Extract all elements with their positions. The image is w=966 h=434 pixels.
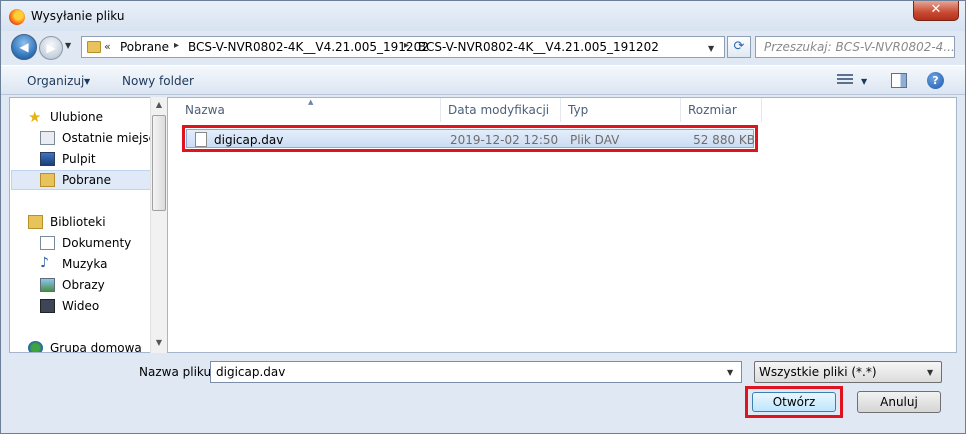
navigation-pane: ★ Ulubione Ostatnie miejsca Pulpit Pobra… — [9, 97, 166, 353]
file-date-modified: 2019-12-02 12:50 — [450, 133, 559, 147]
column-header-type[interactable]: Typ — [561, 98, 681, 122]
view-options-dropdown[interactable]: ▼ — [861, 77, 867, 86]
table-row[interactable]: digicap.dav 2019-12-02 12:50 Plik DAV 52… — [186, 129, 755, 148]
filename-label: Nazwa pliku: — [139, 365, 216, 379]
close-button[interactable]: ✕ — [913, 1, 959, 21]
recent-places-icon — [40, 131, 55, 145]
title-bar: Wysyłanie pliku ✕ — [1, 1, 965, 31]
column-header-date-modified[interactable]: Data modyfikacji — [441, 98, 561, 122]
breadcrumb-overflow[interactable]: « — [104, 40, 111, 53]
navigation-bar: ◀ ▶ ▼ « Pobrane ▸ BCS-V-NVR0802-4K__V4.2… — [1, 31, 965, 63]
breadcrumb-item[interactable]: BCS-V-NVR0802-4K__V4.21.005_191202 — [188, 40, 429, 54]
file-list: Nazwa ▲ Data modyfikacji Typ Rozmiar dig… — [167, 97, 957, 353]
folder-icon — [87, 41, 101, 53]
downloads-icon — [40, 173, 55, 187]
cancel-button[interactable]: Anuluj — [857, 391, 941, 413]
chevron-down-icon: ▼ — [927, 368, 934, 377]
file-type: Plik DAV — [570, 133, 620, 147]
file-name: digicap.dav — [214, 133, 284, 147]
file-icon — [195, 132, 207, 147]
breadcrumb-separator[interactable]: ▸ — [404, 40, 409, 51]
view-icon[interactable] — [837, 74, 853, 88]
file-row-highlight-box: digicap.dav 2019-12-02 12:50 Plik DAV 52… — [182, 125, 758, 152]
homegroup-icon — [28, 341, 43, 352]
scroll-thumb[interactable] — [152, 115, 166, 211]
scroll-down-arrow[interactable]: ▼ — [151, 335, 167, 351]
sort-ascending-icon: ▲ — [308, 98, 314, 106]
preview-pane-icon[interactable] — [891, 73, 907, 88]
back-button[interactable]: ◀ — [11, 34, 37, 60]
filename-value: digicap.dav — [216, 365, 286, 379]
refresh-button[interactable]: ⟳ — [727, 36, 751, 58]
file-size: 52 880 KB — [693, 133, 755, 147]
open-button-highlight-box: Otwórz — [745, 386, 843, 418]
music-icon: ♪ — [40, 255, 49, 271]
address-bar[interactable]: « Pobrane ▸ BCS-V-NVR0802-4K__V4.21.005_… — [81, 36, 725, 58]
breadcrumb-item[interactable]: BCS-V-NVR0802-4K__V4.21.005_191202 — [418, 40, 659, 54]
firefox-icon — [9, 9, 25, 25]
open-button[interactable]: Otwórz — [752, 392, 836, 412]
toolbar: Organizuj ▼ Nowy folder ▼ ? — [1, 65, 965, 95]
chevron-down-icon: ▼ — [84, 77, 91, 86]
documents-icon — [40, 236, 55, 250]
forward-button[interactable]: ▶ — [39, 36, 63, 60]
filename-history-dropdown[interactable]: ▼ — [727, 368, 733, 377]
address-dropdown-arrow[interactable]: ▼ — [708, 44, 714, 53]
video-icon — [40, 299, 55, 313]
file-upload-dialog: Wysyłanie pliku ✕ ◀ ▶ ▼ « Pobrane ▸ BCS-… — [0, 0, 966, 434]
search-input[interactable]: Przeszukaj: BCS-V-NVR0802-4... — [755, 36, 955, 58]
organize-button[interactable]: Organizuj — [27, 74, 84, 88]
breadcrumb-item[interactable]: Pobrane — [120, 40, 169, 54]
column-header-size[interactable]: Rozmiar — [681, 98, 762, 122]
navigation-pane-scrollbar[interactable]: ▲ ▼ — [150, 97, 167, 353]
filename-input[interactable]: digicap.dav ▼ — [210, 361, 742, 383]
help-icon[interactable]: ? — [927, 72, 944, 89]
file-type-filter-value: Wszystkie pliki (*.*) — [759, 365, 877, 379]
star-icon: ★ — [28, 108, 42, 126]
new-folder-button[interactable]: Nowy folder — [122, 74, 194, 88]
breadcrumb-separator[interactable]: ▸ — [174, 40, 179, 51]
window-title: Wysyłanie pliku — [31, 9, 125, 23]
recent-locations-dropdown[interactable]: ▼ — [65, 41, 71, 50]
pictures-icon — [40, 278, 55, 292]
libraries-icon — [28, 215, 43, 229]
file-type-filter-select[interactable]: Wszystkie pliki (*.*) ▼ — [754, 361, 942, 383]
scroll-up-arrow[interactable]: ▲ — [151, 97, 167, 113]
desktop-icon — [40, 152, 55, 166]
